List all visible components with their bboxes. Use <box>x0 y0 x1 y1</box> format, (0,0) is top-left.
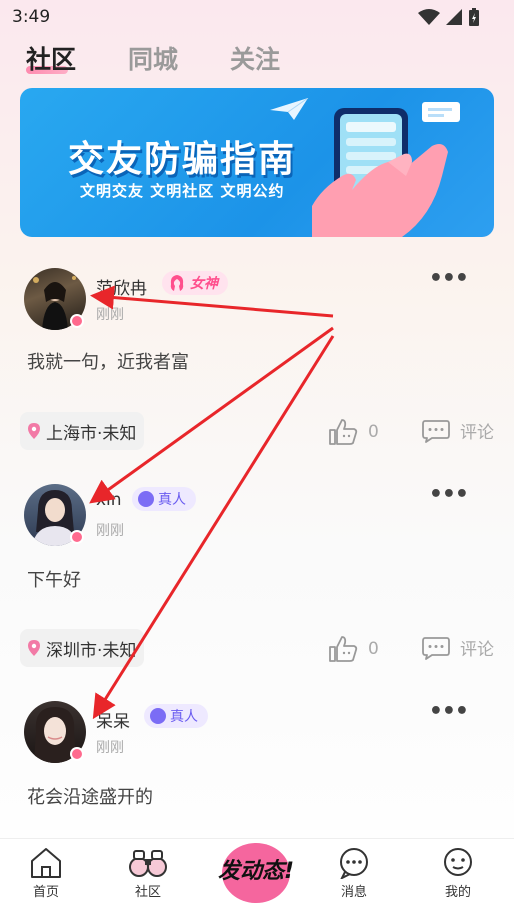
post-content: 我就一句，近我者富 <box>27 352 189 373</box>
tab-following[interactable]: 关注 <box>230 40 280 76</box>
smile-icon <box>150 708 166 724</box>
nav-community-label: 社区 <box>134 885 161 900</box>
like-button[interactable]: 0 <box>328 635 379 663</box>
tab-same-city[interactable]: 同城 <box>128 40 178 76</box>
post-card[interactable]: xin 真人 刚刚 ••• 下午好 <box>0 478 514 628</box>
post-meta-row: 深圳市·未知 0 评论 <box>0 629 514 671</box>
more-options-button[interactable]: ••• <box>429 266 469 291</box>
like-count: 0 <box>368 422 379 442</box>
badge-label: 真人 <box>170 709 198 725</box>
banner-subtitle: 文明交友 文明社区 文明公约 <box>80 182 285 200</box>
online-indicator <box>70 747 84 761</box>
location-tag[interactable]: 深圳市·未知 <box>20 629 145 667</box>
tab-same-city-label: 同城 <box>128 45 179 74</box>
smile-icon <box>138 491 154 507</box>
goddess-badge: 女神 <box>162 271 228 295</box>
post-time: 刚刚 <box>96 307 124 323</box>
status-time: 3:49 <box>12 7 51 27</box>
wifi-icon <box>418 9 440 25</box>
nav-messages[interactable]: 消息 <box>324 847 384 900</box>
location-label: 上海市·未知 <box>46 423 137 444</box>
post-card[interactable]: 范欣冉 女神 刚刚 ••• 我就一句，近我者富 <box>0 262 514 412</box>
thumbs-up-icon <box>329 419 358 445</box>
signal-icon <box>446 9 462 25</box>
post-time: 刚刚 <box>96 740 124 756</box>
nav-home[interactable]: 首页 <box>16 847 76 900</box>
tab-community-label: 社区 <box>26 45 77 74</box>
phone-hand-illustration <box>312 108 448 237</box>
post-content: 下午好 <box>27 570 81 591</box>
comment-label: 评论 <box>460 640 494 660</box>
create-post-button[interactable]: 发动态! <box>216 835 296 907</box>
real-person-badge: 真人 <box>144 704 208 728</box>
comment-button[interactable]: 评论 <box>422 418 494 443</box>
comment-button[interactable]: 评论 <box>422 635 494 660</box>
like-button[interactable]: 0 <box>328 418 379 446</box>
online-indicator <box>70 314 84 328</box>
post-meta-row: 上海市·未知 0 评论 <box>0 412 514 454</box>
more-options-button[interactable]: ••• <box>429 699 469 724</box>
post-card[interactable]: 呆呆 真人 刚刚 ••• 花会沿途盛开的 <box>0 695 514 835</box>
tab-community[interactable]: 社区 <box>26 40 76 76</box>
create-post-label: 发动态! <box>218 859 295 884</box>
location-label: 深圳市·未知 <box>46 640 137 661</box>
thumbs-up-icon <box>329 636 358 662</box>
online-indicator <box>70 530 84 544</box>
comment-icon <box>422 419 450 443</box>
status-icons <box>418 8 480 26</box>
post-username[interactable]: 范欣冉 <box>96 274 147 299</box>
like-count: 0 <box>368 639 379 659</box>
binoculars-icon <box>129 850 167 877</box>
tab-following-label: 关注 <box>230 45 281 74</box>
bottom-navigation: 首页 社区 发动态! 消息 我的 <box>0 838 514 914</box>
real-person-badge: 真人 <box>132 487 196 511</box>
comment-icon <box>422 636 450 660</box>
more-options-button[interactable]: ••• <box>429 482 469 507</box>
goddess-icon <box>170 275 184 291</box>
badge-label: 女神 <box>190 276 218 292</box>
nav-messages-label: 消息 <box>340 885 367 900</box>
location-pin-icon <box>28 640 40 656</box>
nav-community[interactable]: 社区 <box>118 847 178 900</box>
top-tabs: 社区 同城 关注 <box>26 40 280 76</box>
post-username[interactable]: xin <box>96 490 122 510</box>
comment-label: 评论 <box>460 423 494 443</box>
anti-fraud-banner[interactable]: 交友防骗指南 文明交友 文明社区 文明公约 <box>20 88 494 237</box>
badge-label: 真人 <box>158 492 186 508</box>
post-time: 刚刚 <box>96 523 124 539</box>
message-icon <box>340 848 368 879</box>
paper-plane-icon <box>270 98 309 120</box>
profile-face-icon <box>444 848 472 876</box>
location-tag[interactable]: 上海市·未知 <box>20 412 145 450</box>
battery-icon <box>469 8 479 26</box>
banner-title: 交友防骗指南 <box>68 139 297 180</box>
post-username[interactable]: 呆呆 <box>96 707 130 732</box>
nav-home-label: 首页 <box>32 885 59 900</box>
nav-mine[interactable]: 我的 <box>428 847 488 900</box>
home-icon <box>31 848 61 878</box>
location-pin-icon <box>28 423 40 439</box>
post-content: 花会沿途盛开的 <box>27 787 153 808</box>
nav-mine-label: 我的 <box>444 885 471 900</box>
status-bar: 3:49 <box>0 0 514 34</box>
